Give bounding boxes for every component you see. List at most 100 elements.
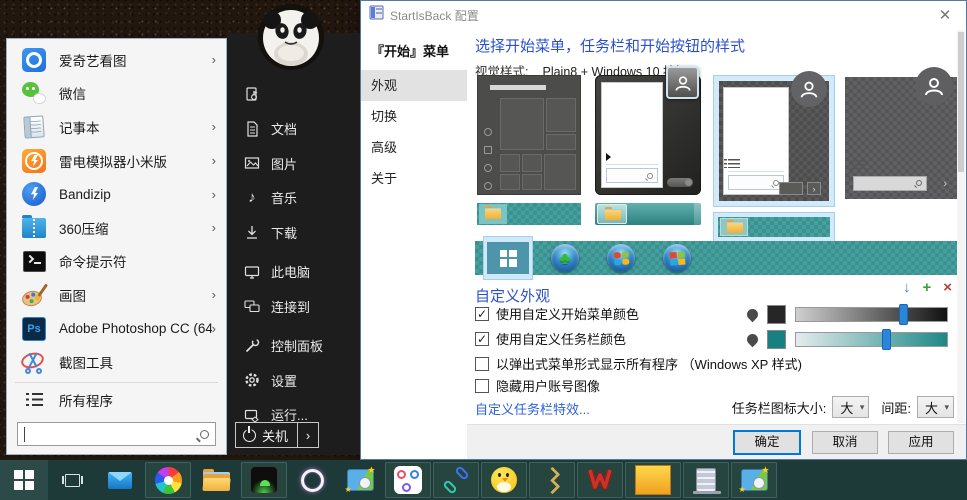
all-programs-item[interactable]: 所有程序 — [7, 383, 226, 417]
taskbar-item-pinwheel-browser[interactable] — [145, 462, 191, 498]
slider-handle[interactable] — [882, 329, 891, 350]
spacing-select[interactable]: 大 ▾ — [917, 396, 954, 418]
preview-taskbar-windows10 — [477, 203, 581, 225]
taskbar-item-red-w-app[interactable] — [577, 462, 623, 498]
taskbar-item-picture-tool[interactable]: ★★ — [336, 460, 384, 500]
startmenu-color-slider[interactable] — [795, 307, 948, 322]
clover-icon: ♣ — [559, 250, 570, 267]
taskbar-item-ring-app[interactable] — [288, 460, 336, 500]
start-button-option-win7-orb[interactable] — [607, 244, 635, 272]
app-item-bandizip[interactable]: Bandizip › — [7, 177, 226, 211]
checkbox-custom-startmenu-color[interactable]: ✓ 使用自定义开始菜单颜色 — [475, 304, 639, 323]
add-style-icon[interactable]: + — [922, 279, 931, 296]
place-item-music[interactable]: ♪ 音乐 — [227, 181, 360, 216]
taskbar-item-gold-brackets-app[interactable] — [529, 462, 575, 498]
place-label: 控制面板 — [271, 336, 323, 355]
taskbar-item-tri-circle-app[interactable] — [385, 462, 431, 498]
slider-handle[interactable] — [899, 304, 908, 325]
checkbox-label: 使用自定义开始菜单颜色 — [496, 304, 639, 323]
user-files-icon — [242, 84, 262, 104]
start-button-option-win10-selected[interactable] — [483, 236, 533, 280]
remove-style-icon[interactable]: × — [943, 279, 952, 296]
nav-header-start-menu: 『开始』菜单 — [361, 29, 467, 70]
shutdown-button[interactable]: 关机 — [236, 423, 298, 447]
app-item-paint[interactable]: 画图 › — [7, 278, 226, 312]
task-view-button[interactable] — [48, 460, 96, 500]
nav-item-about[interactable]: 关于 — [361, 163, 467, 194]
user-avatar[interactable] — [258, 4, 324, 70]
app-item-cmd[interactable]: 命令提示符 — [7, 245, 226, 279]
shutdown-options-arrow[interactable]: › — [298, 423, 318, 447]
chevron-right-icon: › — [212, 52, 216, 67]
nav-item-advanced[interactable]: 高级 — [361, 132, 467, 163]
app-item-360zip[interactable]: 360压缩 › — [7, 211, 226, 245]
place-item-documents[interactable]: 文档 — [227, 112, 360, 147]
chick-icon — [491, 467, 517, 493]
settings-gear-icon — [242, 370, 262, 390]
checkbox[interactable]: ✓ — [475, 307, 489, 321]
app-item-photoshop[interactable]: Ps Adobe Photoshop CC (64 Bit) › — [7, 312, 226, 346]
nav-item-switching[interactable]: 切换 — [361, 101, 467, 132]
app-item-notepad[interactable]: 记事本 › — [7, 110, 226, 144]
place-item-settings[interactable]: 设置 — [227, 363, 360, 398]
checkbox[interactable] — [475, 379, 489, 393]
nav-item-appearance[interactable]: 外观 — [361, 70, 467, 101]
place-item-this-pc[interactable]: 此电脑 — [227, 255, 360, 290]
app-item-ldplayer[interactable]: 雷电模拟器小米版 › — [7, 144, 226, 178]
app-label: 爱奇艺看图 — [59, 50, 212, 70]
documents-icon — [242, 119, 262, 139]
checkbox[interactable] — [475, 357, 489, 371]
style-preview-transparent[interactable]: › — [845, 77, 957, 199]
place-item-pictures[interactable]: 图片 — [227, 146, 360, 181]
chain-link-icon — [443, 467, 469, 493]
style-preview-plain10-selected[interactable]: › — [713, 75, 835, 242]
preview-menu-windows10 — [477, 75, 581, 195]
search-input[interactable] — [18, 424, 200, 444]
place-item-control-panel[interactable]: 控制面板 — [227, 329, 360, 364]
customize-taskbar-effects-link[interactable]: 自定义任务栏特效... — [475, 399, 590, 418]
start-button[interactable] — [0, 460, 48, 500]
app-item-wechat[interactable]: 微信 — [7, 77, 226, 111]
startmenu-color-swatch[interactable] — [767, 305, 786, 324]
checkbox-hide-user-avatar[interactable]: 隐藏用户账号图像 — [475, 376, 600, 395]
iqiyi-viewer-icon — [21, 47, 47, 73]
checkbox-popup-all-programs[interactable]: 以弹出式菜单形式显示所有程序 （Windows XP 样式) — [475, 354, 802, 373]
taskbar-item-picture-tool-2[interactable]: ★★ — [731, 462, 777, 498]
dialog-titlebar[interactable]: StartIsBack 配置 ✕ — [361, 1, 966, 29]
dialog-scrollbar[interactable] — [957, 30, 965, 423]
style-preview-windows10[interactable] — [477, 75, 581, 225]
start-button-option-clover-orb[interactable]: ♣ — [551, 244, 579, 272]
close-icon[interactable]: ✕ — [924, 1, 966, 29]
checkbox-custom-taskbar-color[interactable]: ✓ 使用自定义任务栏颜色 — [475, 329, 626, 348]
place-item-user-files[interactable] — [227, 77, 360, 112]
taskbar-color-swatch[interactable] — [767, 330, 786, 349]
icon-size-select[interactable]: 大 ▾ — [832, 396, 869, 418]
apply-button[interactable]: 应用 — [888, 431, 954, 454]
style-preview-plain8[interactable] — [595, 75, 701, 225]
icon-size-value: 大 — [840, 398, 853, 417]
ok-button[interactable]: 确定 — [734, 431, 800, 454]
app-item-snipping-tool[interactable]: 截图工具 — [7, 345, 226, 379]
startisback-config-dialog: StartIsBack 配置 ✕ 『开始』菜单 外观 切换 高级 关于 选择开始… — [360, 0, 967, 460]
place-item-downloads[interactable]: 下载 — [227, 215, 360, 250]
start-button-option-win8-orb[interactable] — [663, 244, 691, 272]
taskbar-item-mail[interactable] — [96, 460, 144, 500]
avatar-placeholder-icon — [791, 71, 827, 107]
shutdown-split-button: 关机 › — [235, 422, 319, 448]
taskbar-item-link-app[interactable] — [433, 462, 479, 498]
taskbar-item-chick-app[interactable] — [481, 462, 527, 498]
taskbar-item-orange-window[interactable] — [625, 462, 681, 498]
download-style-icon[interactable]: ↓ — [903, 279, 911, 296]
taskbar-color-slider[interactable] — [795, 332, 948, 347]
taskbar-item-file-explorer[interactable] — [192, 460, 240, 500]
cancel-button[interactable]: 取消 — [812, 431, 878, 454]
dialog-title: StartIsBack 配置 — [390, 7, 479, 24]
taskbar-item-server-tool[interactable] — [683, 462, 729, 498]
checkbox[interactable]: ✓ — [475, 332, 489, 346]
taskbar-item-android-emulator[interactable] — [241, 462, 287, 498]
start-search-box[interactable] — [17, 422, 216, 446]
app-item-iqiyi-viewer[interactable]: 爱奇艺看图 › — [7, 43, 226, 77]
paint-icon — [21, 282, 47, 308]
place-item-connect-to[interactable]: 连接到 — [227, 289, 360, 324]
chevron-right-icon: › — [212, 287, 216, 302]
